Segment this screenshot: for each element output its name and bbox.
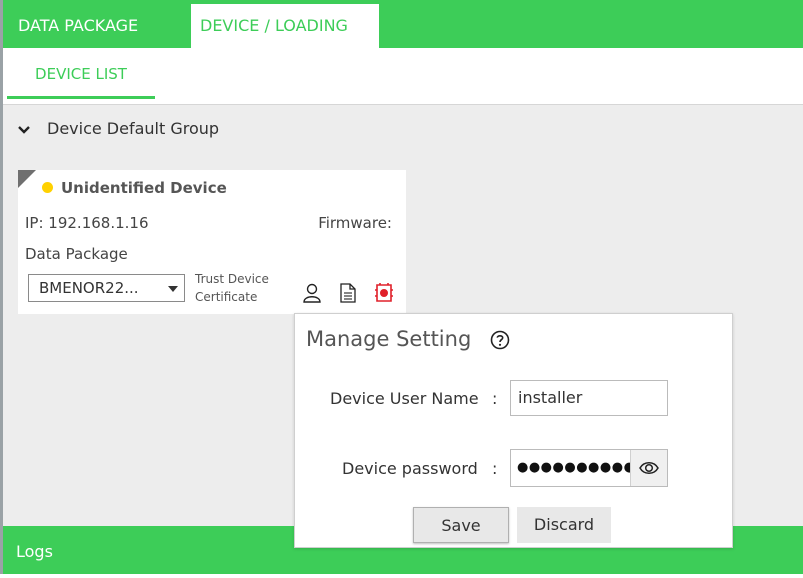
status-dot <box>42 182 53 193</box>
user-icon[interactable] <box>302 282 322 304</box>
show-password-button[interactable] <box>630 450 667 486</box>
username-colon: : <box>492 389 498 408</box>
data-package-select[interactable]: BMENOR22... <box>28 274 185 302</box>
trust-line-2: Certificate <box>195 290 258 304</box>
password-label: Device password <box>342 459 478 478</box>
tab-data-package[interactable]: DATA PACKAGE <box>3 4 191 48</box>
card-corner-marker <box>18 170 36 188</box>
device-ip: IP: 192.168.1.16 <box>25 214 149 232</box>
chevron-down-icon <box>17 116 31 144</box>
top-tab-bar: DATA PACKAGE DEVICE / LOADING <box>3 4 803 48</box>
eye-icon <box>639 462 659 474</box>
trust-certificate-label: Trust Device Certificate <box>195 270 269 306</box>
data-package-label: Data Package <box>25 245 128 263</box>
device-card: Unidentified Device IP: 192.168.1.16 Fir… <box>18 170 406 314</box>
group-label: Device Default Group <box>47 119 220 138</box>
save-button[interactable]: Save <box>413 507 509 543</box>
document-icon[interactable] <box>338 282 358 304</box>
dropdown-caret-icon <box>168 286 178 292</box>
trust-line-1: Trust Device <box>195 272 269 286</box>
data-package-value: BMENOR22... <box>39 279 139 297</box>
group-header[interactable]: Device Default Group <box>17 115 219 143</box>
certificate-icon[interactable] <box>374 282 394 304</box>
password-mask: ●●●●●●●●●● <box>517 460 636 475</box>
popup-title: Manage Setting <box>306 327 472 351</box>
device-name: Unidentified Device <box>61 179 227 197</box>
device-firmware: Firmware: <box>318 214 392 232</box>
tab-device-list[interactable]: DEVICE LIST <box>7 48 155 99</box>
sub-navigation: DEVICE LIST <box>3 48 803 105</box>
username-input[interactable]: installer <box>510 380 668 416</box>
logs-label: Logs <box>16 542 53 561</box>
username-label: Device User Name <box>330 389 479 408</box>
tab-device-loading[interactable]: DEVICE / LOADING <box>191 4 379 48</box>
window-left-edge <box>0 0 3 574</box>
password-colon: : <box>492 459 498 478</box>
manage-setting-popup: Manage Setting Device User Name : instal… <box>294 313 733 548</box>
discard-button[interactable]: Discard <box>517 507 611 543</box>
help-icon[interactable] <box>490 330 510 350</box>
password-input[interactable]: ●●●●●●●●●● <box>510 449 668 487</box>
